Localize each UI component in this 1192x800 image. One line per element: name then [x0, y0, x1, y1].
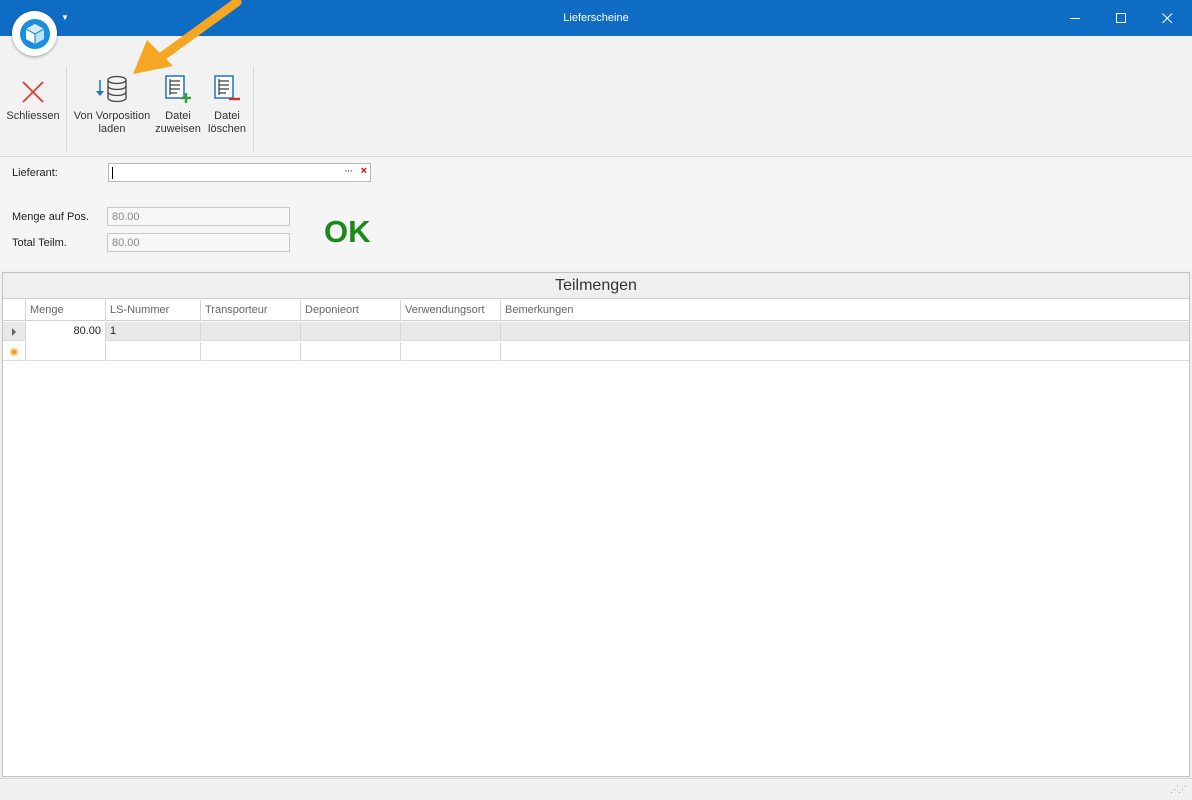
database-load-icon	[96, 75, 127, 103]
column-header-deponieort[interactable]: Deponieort	[300, 300, 400, 321]
datei-zuweisen-button[interactable]: Datei zuweisen	[155, 72, 201, 136]
schliessen-button[interactable]: Schliessen	[6, 72, 60, 123]
schliessen-label: Schliessen	[6, 110, 60, 122]
cell-bemerkungen[interactable]	[500, 322, 1189, 341]
close-window-button[interactable]	[1144, 0, 1190, 36]
minimize-button[interactable]	[1052, 0, 1098, 36]
cell-deponieort[interactable]	[300, 322, 400, 341]
annotation-arrow	[133, 0, 242, 74]
minimize-icon	[1069, 17, 1080, 19]
cell-menge[interactable]: 80.00	[25, 322, 105, 341]
app-logo-button[interactable]	[12, 11, 57, 56]
total-teilm-field[interactable]: 80.00	[107, 233, 290, 252]
new-cell-menge[interactable]	[25, 342, 105, 361]
total-teilm-label: Total Teilm.	[12, 237, 67, 249]
new-cell-bemerkungen[interactable]	[500, 342, 1189, 361]
menge-auf-pos-field[interactable]: 80.00	[107, 207, 290, 226]
teilmengen-grid: Teilmengen Menge LS-Nummer Transporteur …	[2, 272, 1190, 777]
clear-icon[interactable]: ×	[361, 165, 367, 177]
status-bar: ⋰⋰	[0, 778, 1192, 800]
row-focus-indicator-icon	[3, 322, 25, 341]
new-cell-verwendungsort[interactable]	[400, 342, 500, 361]
form-panel: Lieferant: ··· × Menge auf Pos. 80.00 To…	[0, 157, 1192, 271]
datei-loeschen-label: Datei löschen	[208, 110, 246, 135]
text-caret	[112, 167, 113, 179]
resize-grip-icon[interactable]: ⋰⋰	[1170, 784, 1187, 795]
new-cell-deponieort[interactable]	[300, 342, 400, 361]
grid-title: Teilmengen	[3, 273, 1189, 299]
von-vorposition-laden-button[interactable]: Von Vorposition laden	[72, 72, 152, 136]
ribbon-separator	[253, 66, 254, 152]
lieferant-label: Lieferant:	[12, 167, 58, 179]
ribbon-separator	[66, 66, 67, 152]
column-header-ls-nummer[interactable]: LS-Nummer	[105, 300, 200, 321]
column-header-transporteur[interactable]: Transporteur	[200, 300, 300, 321]
von-vorposition-laden-label: Von Vorposition laden	[73, 110, 151, 135]
new-cell-ls-nummer[interactable]	[105, 342, 200, 361]
quick-access-dropdown-icon[interactable]: ▼	[61, 13, 69, 22]
status-ok-indicator: OK	[324, 214, 371, 249]
close-icon	[1161, 12, 1172, 23]
table-row[interactable]: 80.00 1	[3, 322, 1189, 341]
lieferant-field[interactable]: ··· ×	[108, 163, 371, 182]
column-header-menge[interactable]: Menge	[25, 300, 105, 321]
cell-transporteur[interactable]	[200, 322, 300, 341]
column-header-verwendungsort[interactable]: Verwendungsort	[400, 300, 500, 321]
cell-ls-nummer[interactable]: 1	[105, 322, 200, 341]
new-row[interactable]	[3, 342, 1189, 361]
maximize-icon	[1115, 12, 1126, 23]
maximize-button[interactable]	[1098, 0, 1144, 36]
cube-icon	[19, 18, 50, 49]
column-header-bemerkungen[interactable]: Bemerkungen	[500, 300, 1189, 321]
menge-auf-pos-label: Menge auf Pos.	[12, 211, 90, 223]
grid-header-row: Menge LS-Nummer Transporteur Deponieort …	[3, 300, 1189, 321]
new-row-asterisk-icon	[3, 342, 25, 361]
new-cell-transporteur[interactable]	[200, 342, 300, 361]
datei-loeschen-button[interactable]: Datei löschen	[205, 72, 249, 136]
datei-zuweisen-label: Datei zuweisen	[155, 110, 201, 135]
cell-verwendungsort[interactable]	[400, 322, 500, 341]
close-x-icon	[22, 81, 44, 103]
ellipsis-button-icon[interactable]: ···	[344, 165, 353, 177]
